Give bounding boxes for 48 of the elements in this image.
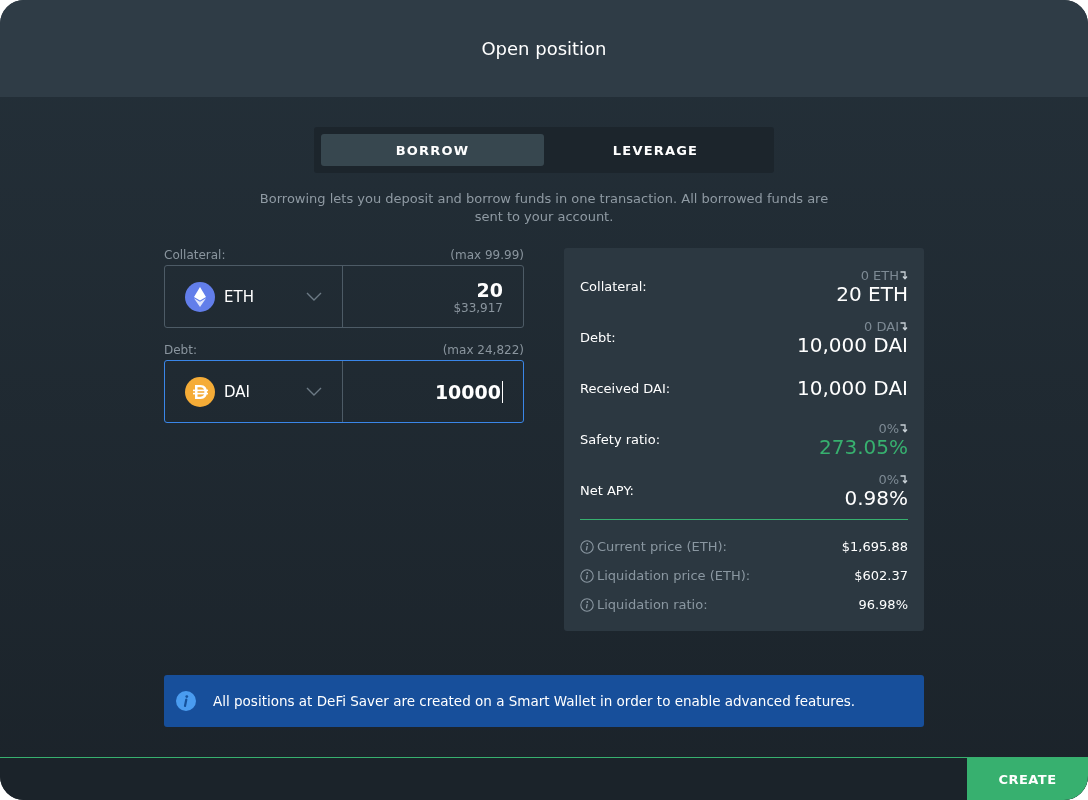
info-icon[interactable] (580, 568, 594, 583)
dai-coin-icon (185, 376, 215, 407)
stat-value: 10,000 DAI (797, 333, 908, 356)
modal-title: Open position (481, 38, 607, 59)
stat-label: Net APY: (580, 482, 634, 498)
info-icon (176, 691, 196, 711)
detail-label: Liquidation ratio: (597, 597, 709, 612)
stat-label: Received DAI: (580, 380, 671, 396)
info-icon[interactable] (580, 597, 594, 612)
max-amount: (max 99.99) (450, 248, 524, 262)
stat-value: 273.05% (819, 435, 908, 458)
info-icon[interactable] (580, 539, 594, 554)
turn-down-arrow-icon (900, 423, 908, 433)
previous-value: 0 ETH (860, 267, 899, 283)
detail-label: Liquidation price (ETH): (597, 568, 752, 583)
stat-label: Debt: (580, 329, 616, 345)
chevron-down-icon (306, 386, 322, 397)
amount-value: 10000 (434, 380, 503, 403)
tab[interactable]: BORROW (321, 134, 544, 166)
turn-down-arrow-icon (900, 321, 908, 331)
asset-select[interactable]: ETH (165, 266, 343, 327)
amount-field[interactable]: ETH 20 $33,917 (164, 265, 524, 328)
ethereum-coin-icon (185, 281, 215, 312)
stat-value: 10,000 DAI (797, 377, 908, 399)
stat-value: 20 ETH (836, 282, 908, 305)
stat-label: Collateral: (580, 278, 647, 294)
tab[interactable]: LEVERAGE (544, 134, 767, 166)
turn-down-arrow-icon (900, 270, 908, 280)
detail-value: $1,695.88 (841, 539, 908, 554)
max-amount: (max 24,822) (442, 343, 524, 357)
previous-value: 0 DAI (864, 318, 899, 334)
detail-label: Current price (ETH): (597, 539, 728, 554)
description: Borrowing lets you deposit and borrow funds in one transaction. All borrowed funds are sent to your account. (258, 190, 830, 226)
previous-value: 0% (878, 471, 899, 487)
notice-text: All positions at DeFi Saver are created on a Smart Wallet in order to enable advanced features. (213, 693, 856, 709)
stat-value: 0.98% (844, 486, 908, 509)
field-label: Debt: (164, 343, 197, 357)
chevron-down-icon (306, 291, 322, 302)
detail-value: 96.98% (858, 597, 908, 612)
field-label: Collateral: (164, 248, 226, 262)
usd-value: $33,917 (453, 300, 503, 315)
asset-select[interactable]: DAI (165, 361, 343, 422)
turn-down-arrow-icon (900, 474, 908, 484)
previous-value: 0% (878, 420, 899, 436)
stat-label: Safety ratio: (580, 431, 661, 447)
amount-field[interactable]: DAI 10000 (164, 360, 524, 423)
detail-value: $602.37 (854, 568, 908, 583)
amount-value: 20 (476, 278, 503, 301)
